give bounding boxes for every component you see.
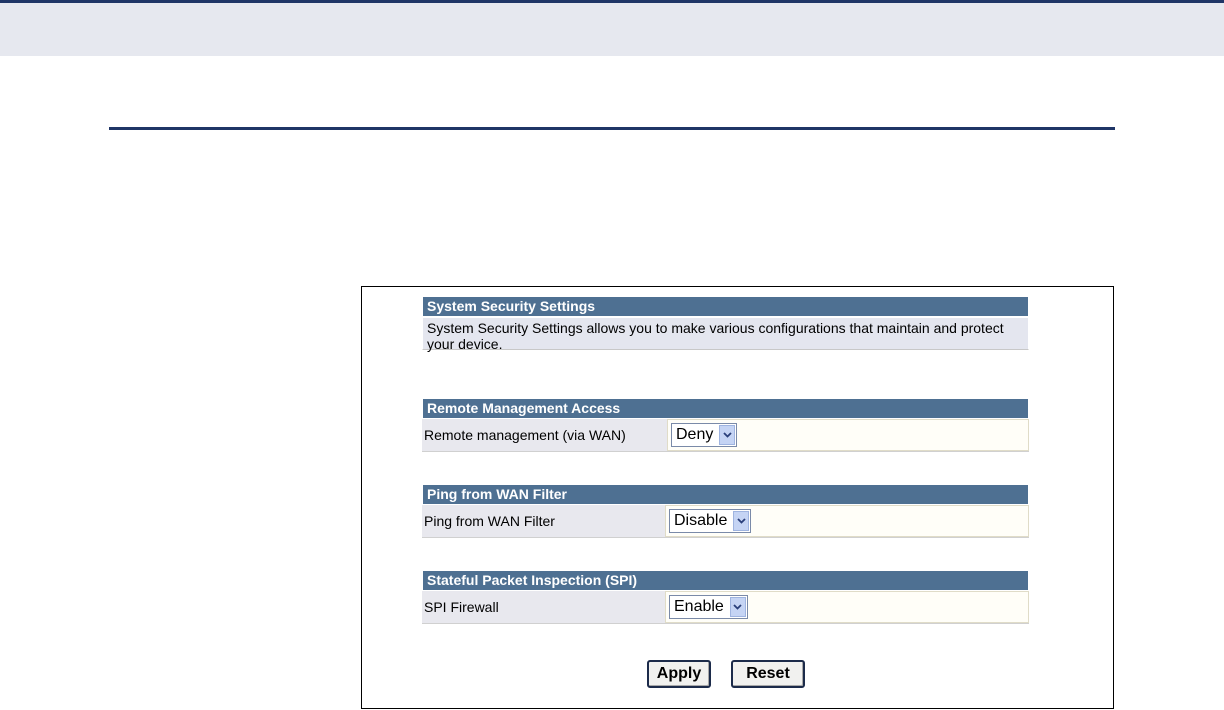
remote-management-label: Remote management (via WAN) (422, 419, 667, 451)
ping-filter-select[interactable]: Disable (669, 509, 752, 533)
spi-firewall-select[interactable]: Enable (669, 595, 748, 619)
ping-filter-row: Ping from WAN Filter Disable (422, 505, 1029, 538)
remote-management-section: Remote Management Access Remote manageme… (422, 398, 1029, 452)
screenshot-frame: System Security Settings System Security… (361, 286, 1114, 709)
remote-management-row: Remote management (via WAN) Deny (422, 419, 1029, 452)
remote-management-select[interactable]: Deny (671, 423, 738, 447)
section-header-system-security: System Security Settings (422, 296, 1029, 317)
apply-button[interactable]: Apply (647, 660, 711, 688)
chevron-down-icon[interactable] (733, 511, 750, 531)
spi-cell: Enable (665, 591, 1029, 623)
spi-firewall-value: Enable (674, 598, 724, 615)
ping-filter-value: Disable (674, 512, 728, 529)
system-security-section: System Security Settings System Security… (422, 296, 1029, 352)
chevron-down-icon[interactable] (729, 597, 746, 617)
section-header-ping-filter: Ping from WAN Filter (422, 484, 1029, 505)
system-security-description: System Security Settings allows you to m… (422, 317, 1029, 352)
reset-button[interactable]: Reset (731, 660, 805, 688)
ping-filter-cell: Disable (665, 505, 1029, 537)
spi-row: SPI Firewall Enable (422, 591, 1029, 624)
section-header-spi: Stateful Packet Inspection (SPI) (422, 570, 1029, 591)
ping-filter-section: Ping from WAN Filter Ping from WAN Filte… (422, 484, 1029, 538)
spi-section: Stateful Packet Inspection (SPI) SPI Fir… (422, 570, 1029, 624)
spi-label: SPI Firewall (422, 591, 665, 623)
page-divider (109, 127, 1115, 130)
section-header-remote-management: Remote Management Access (422, 398, 1029, 419)
remote-management-value: Deny (676, 426, 714, 443)
chevron-down-icon[interactable] (719, 425, 736, 445)
remote-management-cell: Deny (667, 419, 1029, 451)
page-header-band (0, 0, 1224, 56)
ping-filter-label: Ping from WAN Filter (422, 505, 665, 537)
